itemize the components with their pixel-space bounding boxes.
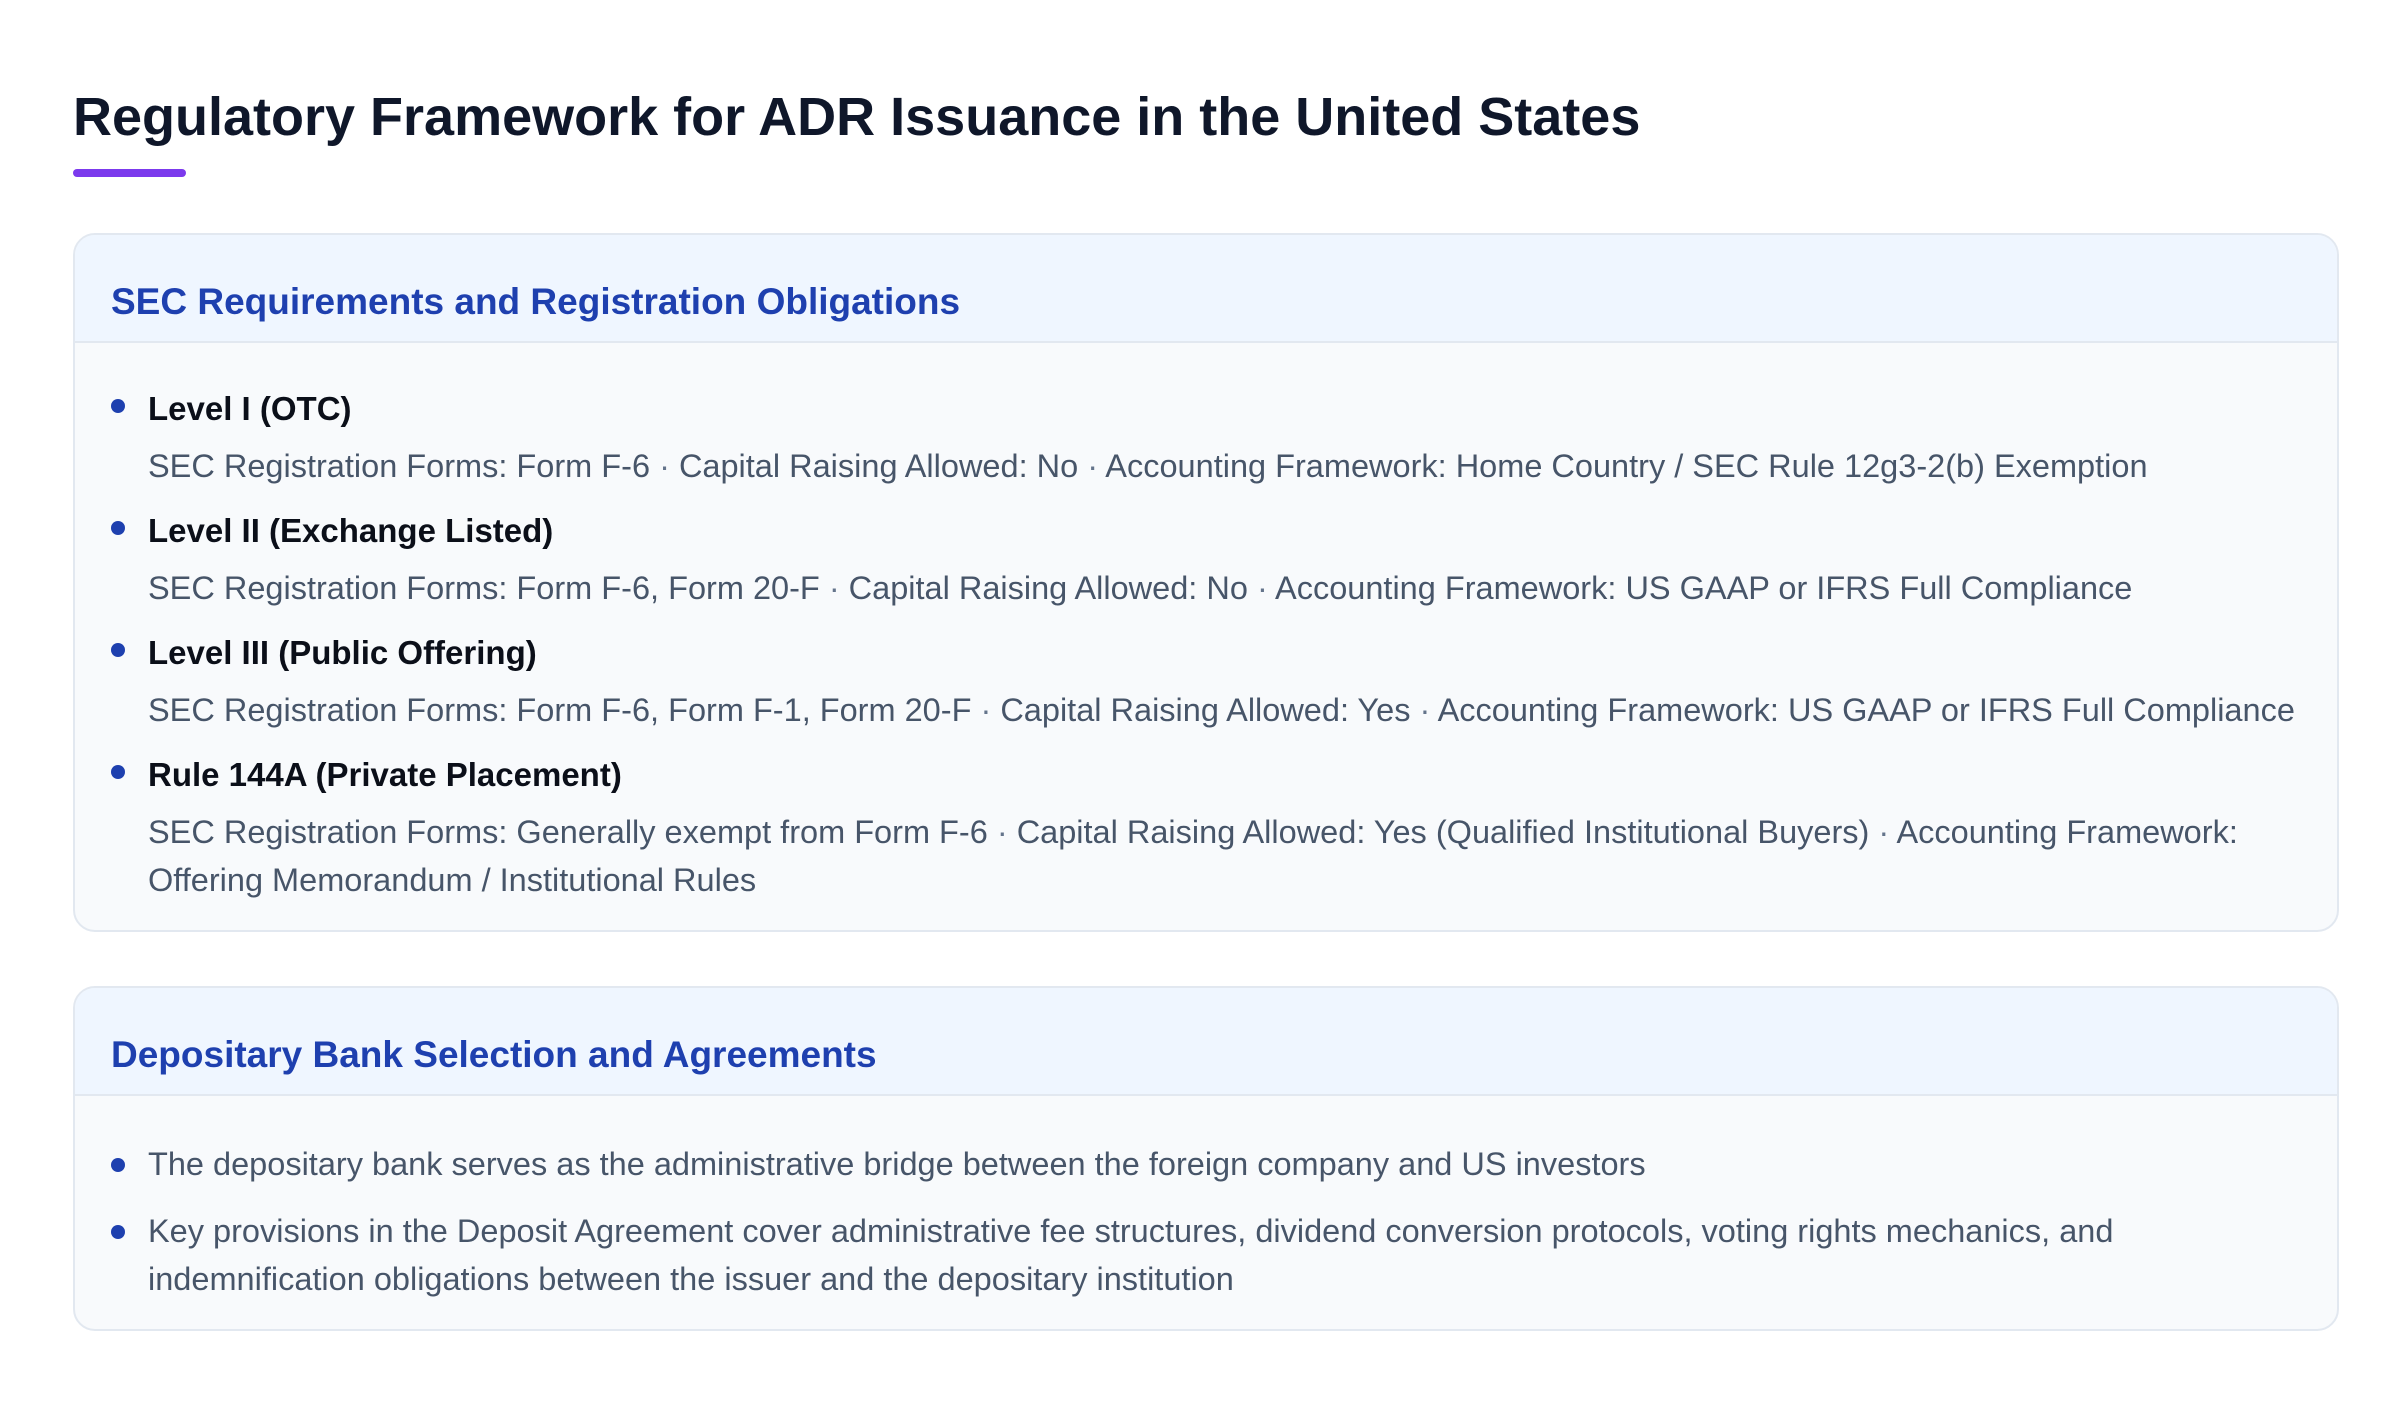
capital-raising: Capital Raising Allowed: No — [678, 448, 1079, 484]
bullet-icon — [111, 399, 125, 413]
page: Regulatory Framework for ADR Issuance in… — [0, 0, 2400, 1331]
separator: · — [1878, 814, 1890, 850]
adr-level-title: Level II (Exchange Listed) — [148, 512, 554, 549]
accounting-framework: Accounting Framework: US GAAP or IFRS Fu… — [1437, 692, 2295, 728]
depositary-list: The depositary bank serves as the admini… — [111, 1140, 2301, 1303]
accounting-framework: Accounting Framework: US GAAP or IFRS Fu… — [1275, 570, 2133, 606]
depositary-bank-body: The depositary bank serves as the admini… — [75, 1096, 2337, 1329]
adr-levels-list: Level I (OTC) SEC Registration Forms: Fo… — [111, 387, 2301, 904]
bullet-icon — [111, 521, 125, 535]
adr-level-title: Level I (OTC) — [148, 390, 352, 427]
separator: · — [1087, 448, 1099, 484]
adr-level-detail: SEC Registration Forms: Form F-6 · Capit… — [148, 442, 2301, 490]
separator: · — [1419, 692, 1431, 728]
sec-requirements-header: SEC Requirements and Registration Obliga… — [75, 235, 2337, 343]
separator: · — [980, 692, 992, 728]
list-item: Key provisions in the Deposit Agreement … — [111, 1207, 2301, 1303]
capital-raising: Capital Raising Allowed: No — [848, 570, 1248, 606]
capital-raising: Capital Raising Allowed: Yes — [1000, 692, 1411, 728]
registration-forms: SEC Registration Forms: Form F-6, Form F… — [148, 692, 972, 728]
bullet-icon — [111, 1225, 125, 1239]
separator: · — [996, 814, 1008, 850]
adr-level-item: Level I (OTC) SEC Registration Forms: Fo… — [111, 387, 2301, 490]
bullet-icon — [111, 1158, 125, 1172]
depositary-bank-card: Depositary Bank Selection and Agreements… — [73, 986, 2339, 1331]
registration-forms: SEC Registration Forms: Form F-6 — [148, 448, 651, 484]
adr-level-title: Rule 144A (Private Placement) — [148, 756, 622, 793]
list-item-text: The depositary bank serves as the admini… — [148, 1146, 1646, 1182]
depositary-bank-header: Depositary Bank Selection and Agreements — [75, 988, 2337, 1096]
bullet-icon — [111, 643, 125, 657]
separator: · — [659, 448, 670, 484]
sec-requirements-card: SEC Requirements and Registration Obliga… — [73, 233, 2339, 932]
title-underline — [73, 169, 186, 177]
capital-raising: Capital Raising Allowed: Yes (Qualified … — [1016, 814, 1870, 850]
adr-level-detail: SEC Registration Forms: Form F-6, Form 2… — [148, 564, 2301, 612]
separator: · — [828, 570, 840, 606]
adr-level-item: Level III (Public Offering) SEC Registra… — [111, 631, 2301, 734]
adr-level-title: Level III (Public Offering) — [148, 634, 537, 671]
registration-forms: SEC Registration Forms: Form F-6, Form 2… — [148, 570, 820, 606]
page-title: Regulatory Framework for ADR Issuance in… — [73, 87, 1641, 147]
sec-requirements-heading: SEC Requirements and Registration Obliga… — [111, 281, 961, 322]
sec-requirements-body: Level I (OTC) SEC Registration Forms: Fo… — [75, 343, 2337, 930]
list-item: The depositary bank serves as the admini… — [111, 1140, 2301, 1188]
registration-forms: SEC Registration Forms: Generally exempt… — [148, 814, 988, 850]
depositary-bank-heading: Depositary Bank Selection and Agreements — [111, 1034, 877, 1075]
bullet-icon — [111, 765, 125, 779]
adr-level-item: Rule 144A (Private Placement) SEC Regist… — [111, 753, 2301, 904]
list-item-text: Key provisions in the Deposit Agreement … — [148, 1213, 2114, 1297]
separator: · — [1256, 570, 1268, 606]
adr-level-detail: SEC Registration Forms: Generally exempt… — [148, 808, 2301, 904]
adr-level-detail: SEC Registration Forms: Form F-6, Form F… — [148, 686, 2301, 734]
accounting-framework: Accounting Framework: Home Country / SEC… — [1105, 448, 2148, 484]
adr-level-item: Level II (Exchange Listed) SEC Registrat… — [111, 509, 2301, 612]
